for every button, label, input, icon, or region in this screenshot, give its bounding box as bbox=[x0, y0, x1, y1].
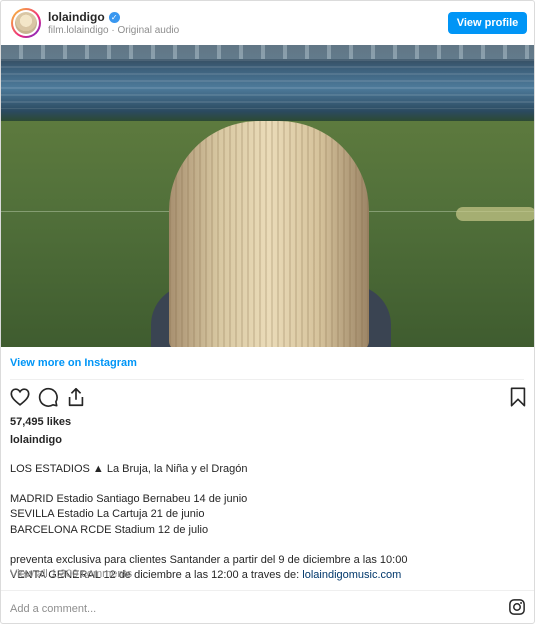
divider bbox=[1, 590, 534, 591]
view-more-link[interactable]: View more on Instagram bbox=[10, 357, 137, 369]
add-comment-input[interactable]: Add a comment... bbox=[10, 603, 96, 615]
action-bar bbox=[1, 386, 534, 410]
share-icon[interactable] bbox=[65, 386, 87, 408]
caption-username[interactable]: lolaindigo bbox=[10, 434, 62, 446]
verified-badge-icon: ✓ bbox=[108, 11, 120, 23]
caption-line: SEVILLA Estadio La Cartuja 21 de junio bbox=[10, 508, 205, 521]
divider bbox=[10, 379, 524, 380]
view-profile-button[interactable]: View profile bbox=[448, 12, 527, 34]
caption-line: preventa exclusiva para clientes Santand… bbox=[10, 553, 408, 566]
caption-link[interactable]: lolaindigomusic.com bbox=[302, 569, 401, 581]
avatar[interactable] bbox=[11, 8, 41, 38]
caption-line: MADRID Estadio Santiago Bernabeu 14 de j… bbox=[10, 493, 248, 506]
heart-icon[interactable] bbox=[9, 386, 31, 408]
instagram-icon[interactable] bbox=[508, 598, 526, 616]
post-caption: LOS ESTADIOS ▲ La Bruja, la Niña y el Dr… bbox=[10, 462, 525, 583]
caption-line: LOS ESTADIOS ▲ La Bruja, la Niña y el Dr… bbox=[10, 463, 248, 475]
post-media[interactable] bbox=[1, 45, 534, 347]
audio-subline[interactable]: film.lolaindigo · Original audio bbox=[48, 25, 179, 36]
username[interactable]: lolaindigo bbox=[48, 10, 105, 24]
caption-line: BARCELONA RCDE Stadium 12 de julio bbox=[10, 523, 209, 536]
like-count[interactable]: 57,495 likes bbox=[10, 416, 71, 428]
view-all-comments-link[interactable]: View all 1,300 comments bbox=[10, 568, 132, 580]
comment-icon[interactable] bbox=[37, 386, 59, 408]
instagram-embed-card: lolaindigo ✓ film.lolaindigo · Original … bbox=[0, 0, 535, 624]
bookmark-icon[interactable] bbox=[507, 386, 529, 408]
avatar-image bbox=[15, 12, 37, 34]
post-header: lolaindigo ✓ film.lolaindigo · Original … bbox=[1, 1, 534, 45]
